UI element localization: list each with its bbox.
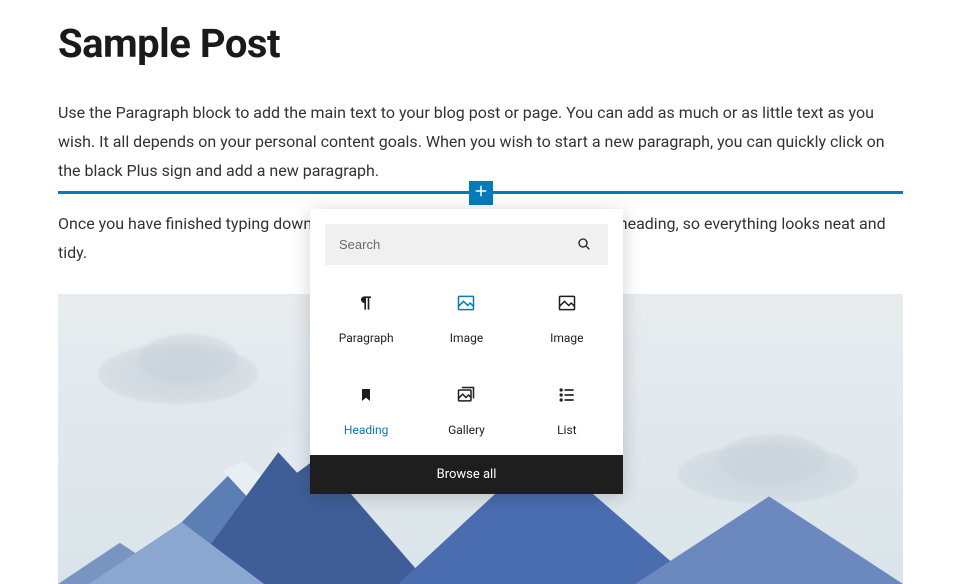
search-field[interactable] [325, 224, 608, 265]
image-icon [454, 291, 478, 315]
gallery-icon [454, 383, 478, 407]
block-type-list[interactable]: List [517, 377, 617, 443]
image-icon [555, 291, 579, 315]
post-title[interactable]: Sample Post [58, 20, 903, 67]
block-type-gallery[interactable]: Gallery [416, 377, 516, 443]
list-icon [555, 383, 579, 407]
block-label: Image [450, 331, 483, 345]
block-search-input[interactable] [325, 224, 608, 265]
block-label: Gallery [448, 423, 485, 437]
block-type-heading[interactable]: Heading [316, 377, 416, 443]
block-label: Image [550, 331, 583, 345]
illustration-cloud [138, 334, 238, 384]
block-insert-line[interactable] [58, 191, 903, 194]
block-type-image[interactable]: Image [517, 285, 617, 351]
paragraph-icon [354, 291, 378, 315]
search-icon [576, 236, 594, 254]
block-type-image[interactable]: Image [416, 285, 516, 351]
block-label: Heading [344, 423, 389, 437]
paragraph-block-1[interactable]: Use the Paragraph block to add the main … [58, 99, 903, 185]
browse-all-button[interactable]: Browse all [310, 455, 623, 494]
block-label: List [557, 423, 577, 437]
block-type-paragraph[interactable]: Paragraph [316, 285, 416, 351]
block-label: Paragraph [339, 331, 394, 345]
bookmark-icon [354, 383, 378, 407]
add-block-button[interactable] [469, 181, 493, 205]
plus-icon [472, 182, 490, 204]
block-inserter-popover: Paragraph Image Image [310, 209, 623, 494]
